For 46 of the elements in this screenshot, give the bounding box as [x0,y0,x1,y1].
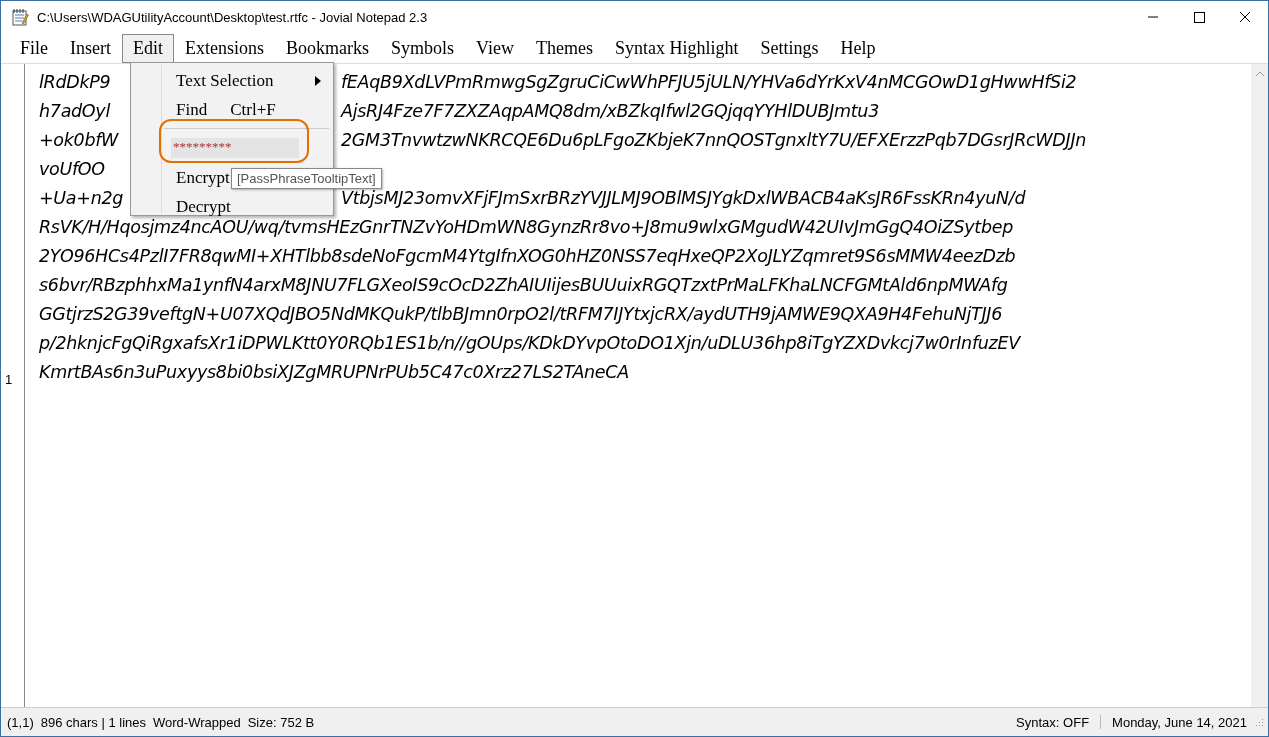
menu-label: Decrypt [176,196,231,218]
file-size: Size: 752 B [247,714,315,730]
notepad-icon [11,8,29,26]
menu-item[interactable]: Bookmarks [275,33,380,63]
menu-item[interactable]: Themes [524,33,604,63]
text-line: GGtjrzS2G39veftgN+U07XQdJBO5NdMKQukP/tlbBJmn0rpO2l/tRFM7IJYtxjcRX/aydUTH9jAMWE9QXA9H4FehuNjTJJ6 [39,303,1003,326]
text-line: 2YO96HCs4PzlI7FR8qwMI+XHTlbb8sdeNoFgcmM4YtgIfnXOG0hHZ0NSS7eqHxeQP2XoJLYZqmret9S6sMMW4eezDzb [39,245,1016,268]
menu-item[interactable]: Insert [59,33,122,63]
menu-item[interactable]: View [465,33,525,63]
text-line: 2GM3TnvwtzwNKRCQE6Du6pLFgoZKbjeK7nnQOSTgnxltY7U/EFXErzzPqb7DGsrJRcWDJJn [341,129,1087,152]
passphrase-field[interactable]: ********* [171,138,299,158]
text-line: VtbjsMJ23omvXFjFJmSxrBRzYVJJLMJ9OBlMSJYgkDxlWBACB4aKsJR6FssKRn4yuN/d [341,187,1026,210]
text-line: voUfOO [39,159,105,179]
text-line: s6bvr/RBzphhxMa1ynfN4arxM8JNU7FLGXeoIS9cOcD2ZhAIUIijesBUUuixRGQTzxtPrMaLFKhaLNCFGMtAld6npMWAfg [39,274,1008,297]
text-line: h7adOyl [39,101,110,121]
shortcut: Ctrl+F [230,99,276,121]
text-line: KmrtBAs6n3uPuxyys8bi0bsiXJZgMRUPNrPUb5C47c0Xrz27LS2TAneCA [39,361,629,384]
menu-item[interactable]: File [9,33,59,63]
menu-item[interactable]: Symbols [380,33,466,63]
text-line: lRdDkP9 [39,72,111,92]
text-line: p/2hknjcFgQiRgxafsXr1iDPWLKtt0Y0RQb1ES1b/n//gOUps/KDkDYvpOtoDO1Xjn/uDLU36hp8iTgYZXDvkcj7w0rInfuzEV [39,332,1020,355]
menu-item[interactable]: Help [829,33,887,63]
window-title: C:\Users\WDAGUtilityAccount\Desktop\test.rtfc - Jovial Notepad 2.3 [37,9,428,25]
wrap-mode: Word-Wrapped [153,714,241,730]
menu-item[interactable]: Edit [122,33,174,63]
text-line: RsVK/H/Hqosjmz4ncAOU/wq/tvmsHEzGnrTNZvYoHDmWN8GynzRr8vo+J8mu9wlxGMgudW42UIvJmGgQ4OiZSytbep [39,216,1013,239]
syntax-status: Syntax: OFF [1016,714,1090,730]
scroll-up-icon[interactable] [1254,70,1265,78]
menu-label: Find [176,99,208,121]
date: Monday, June 14, 2021 [1112,714,1247,730]
text-line: +ok0bfW [39,130,119,150]
menu-item[interactable]: Find Ctrl+F [131,95,333,124]
cursor-position: (1,1) [7,714,34,730]
char-count: 896 chars | 1 lines [40,714,146,730]
text-line: fEAqB9XdLVPmRmwgSgZgruCiCwWhPFJU5jULN/YHVa6dYrKxV4nMCGOwD1gHwwHfSi2 [341,71,1077,94]
line-number: 1 [5,372,13,387]
tooltip: [PassPhraseTooltipText] [231,168,382,189]
menu-item[interactable]: Text Selection [131,66,333,95]
text-line: AjsRJ4Fze7F7ZXZAqpAMQ8dm/xBZkqIfwl2GQjqqYYHlDUBJmtu3 [341,100,879,123]
menu-item[interactable]: Extensions [174,33,275,63]
submenu-arrow-icon [315,76,321,86]
scrollbar[interactable] [1251,64,1268,707]
menu-item[interactable]: Settings [749,33,830,63]
menu-item[interactable]: Syntax Highlight [603,33,750,63]
text-line: +Ua+n2g [39,188,124,208]
resize-grip-icon[interactable] [1254,717,1264,727]
